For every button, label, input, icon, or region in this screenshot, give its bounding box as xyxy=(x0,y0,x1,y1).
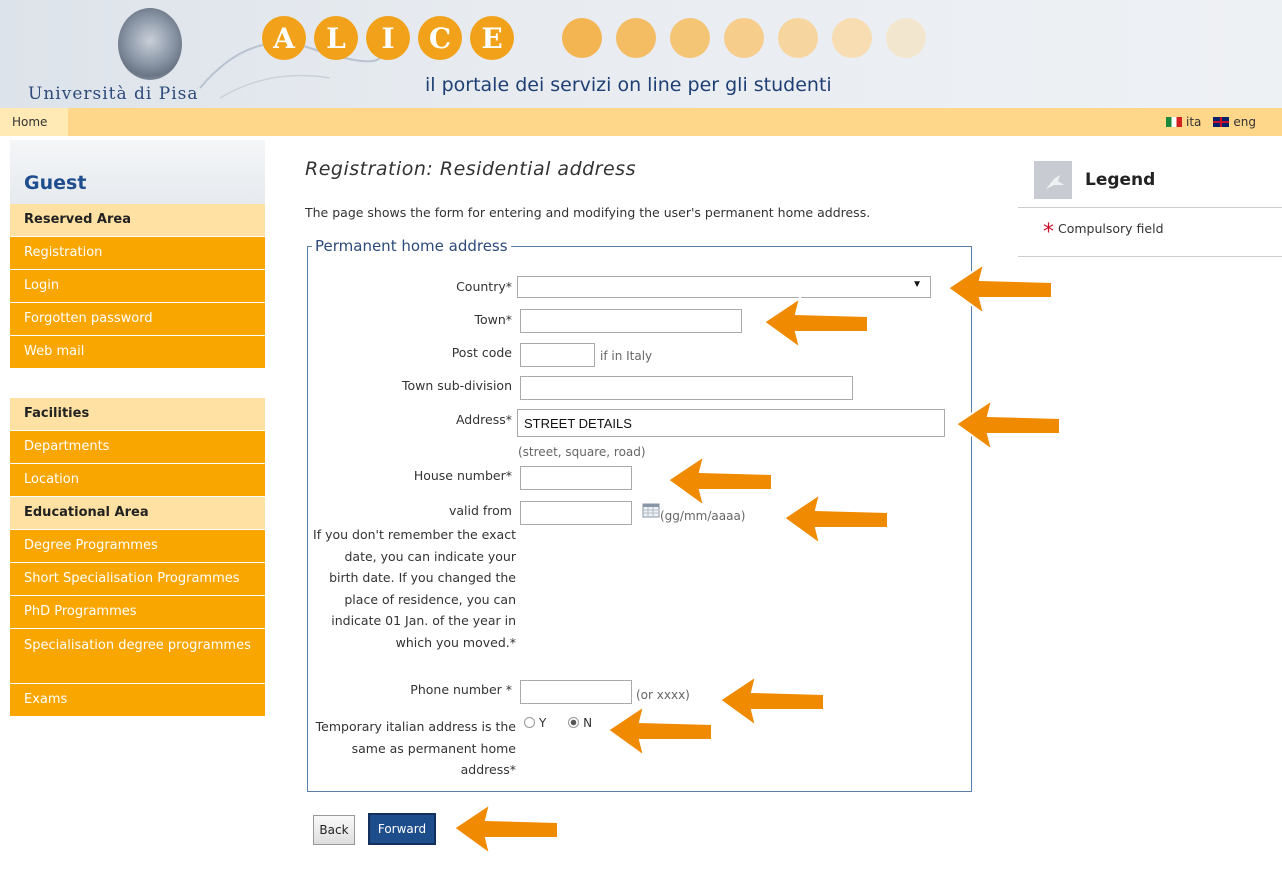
annotation-arrow-icon xyxy=(666,453,773,509)
sidebar: Guest Reserved Area Registration Login F… xyxy=(10,140,265,717)
language-switcher: ita eng xyxy=(1165,108,1256,136)
radio-yes-label: Y xyxy=(539,716,547,730)
town-subdivision-field[interactable] xyxy=(520,376,853,400)
lang-ita-link[interactable]: ita xyxy=(1165,108,1202,136)
town-field[interactable] xyxy=(520,309,742,333)
temp-address-label: Temporary italian address is the same as… xyxy=(315,719,516,777)
sidebar-item-specialisation-degree[interactable]: Specialisation degree programmes xyxy=(10,629,265,684)
student-photo xyxy=(616,18,656,58)
radio-yes-icon xyxy=(524,717,535,728)
sidebar-item-web-mail[interactable]: Web mail xyxy=(10,336,265,369)
annotation-arrow-icon xyxy=(762,295,869,351)
forward-button[interactable]: Forward xyxy=(368,813,436,845)
university-name: Università di Pisa xyxy=(28,84,199,104)
asterisk-icon: * xyxy=(1043,220,1054,245)
house-number-label: House number* xyxy=(413,468,512,483)
page-description: The page shows the form for entering and… xyxy=(305,205,871,220)
date-format-hint: (gg/mm/aaaa) xyxy=(660,509,746,523)
alice-letter: E xyxy=(470,16,514,60)
address-field[interactable]: STREET DETAILS xyxy=(517,409,945,437)
sidebar-section-reserved-area: Reserved Area xyxy=(10,204,265,237)
alice-letter: I xyxy=(366,16,410,60)
annotation-arrow-icon xyxy=(718,673,825,729)
sidebar-item-login[interactable]: Login xyxy=(10,270,265,303)
alice-letter: A xyxy=(262,16,306,60)
post-code-hint: if in Italy xyxy=(600,349,653,363)
portal-tagline: il portale dei servizi on line per gli s… xyxy=(425,74,832,96)
address-label: Address* xyxy=(455,412,512,427)
sidebar-guest-title: Guest xyxy=(10,140,265,204)
student-photo xyxy=(832,18,872,58)
town-subdivision-label: Town sub-division xyxy=(402,378,512,393)
annotation-arrow-icon xyxy=(954,397,1061,453)
uk-flag-icon xyxy=(1213,117,1230,127)
sidebar-item-short-specialisation[interactable]: Short Specialisation Programmes xyxy=(10,563,265,596)
post-code-label: Post code xyxy=(451,345,512,360)
back-button[interactable]: Back xyxy=(313,815,355,845)
alice-letter: L xyxy=(314,16,358,60)
sidebar-item-registration[interactable]: Registration xyxy=(10,237,265,270)
legend-divider xyxy=(1018,256,1282,257)
alice-letter: C xyxy=(418,16,462,60)
valid-from-label: valid from xyxy=(448,503,512,518)
italian-flag-icon xyxy=(1165,117,1182,127)
country-label: Country* xyxy=(456,279,512,294)
annotation-arrow-icon xyxy=(782,491,889,547)
home-link[interactable]: Home xyxy=(0,108,68,136)
legend-title: Legend xyxy=(1085,170,1156,190)
pin-icon xyxy=(1034,161,1072,199)
sidebar-item-departments[interactable]: Departments xyxy=(10,431,265,464)
annotation-arrow-icon xyxy=(606,703,713,759)
sidebar-item-forgotten-password[interactable]: Forgotten password xyxy=(10,303,265,336)
address-hint: (street, square, road) xyxy=(518,445,646,459)
valid-from-note: If you don't remember the exact date, yo… xyxy=(313,527,516,650)
university-seal xyxy=(118,8,182,80)
house-number-field[interactable] xyxy=(520,466,632,490)
top-nav-bar: Home ita eng xyxy=(0,108,1282,136)
phone-label: Phone number * xyxy=(410,682,512,697)
lang-eng-link[interactable]: eng xyxy=(1213,108,1256,136)
annotation-arrow-icon xyxy=(452,801,559,857)
calendar-icon[interactable] xyxy=(642,502,660,518)
temp-address-radio-group: Y N xyxy=(524,716,592,730)
sidebar-section-facilities: Facilities xyxy=(10,398,265,431)
student-photo xyxy=(562,18,602,58)
page-title: Registration: Residential address xyxy=(305,158,636,180)
student-photo xyxy=(670,18,710,58)
sidebar-item-location[interactable]: Location xyxy=(10,464,265,497)
valid-from-field[interactable] xyxy=(520,501,632,525)
lang-eng-label: eng xyxy=(1233,115,1256,129)
site-header: Università di Pisa A L I C E il portale … xyxy=(0,0,1282,108)
sidebar-item-phd-programmes[interactable]: PhD Programmes xyxy=(10,596,265,629)
building-photo xyxy=(724,18,764,58)
radio-yes[interactable]: Y xyxy=(524,716,546,730)
header-photo-strip xyxy=(562,18,926,58)
annotation-arrow-icon xyxy=(946,261,1053,317)
sidebar-section-educational-area: Educational Area xyxy=(10,497,265,530)
legend-compulsory: * Compulsory field xyxy=(1043,220,1164,245)
radio-no-icon xyxy=(568,717,580,728)
radio-no-label: N xyxy=(583,716,593,730)
sidebar-item-exams[interactable]: Exams xyxy=(10,684,265,717)
town-label: Town* xyxy=(474,312,512,327)
alice-logo: A L I C E xyxy=(262,16,514,60)
student-photo xyxy=(778,18,818,58)
fieldset-legend: Permanent home address xyxy=(312,237,511,255)
legend-divider xyxy=(1018,207,1282,208)
legend-compulsory-label: Compulsory field xyxy=(1058,221,1164,236)
sidebar-item-degree-programmes[interactable]: Degree Programmes xyxy=(10,530,265,563)
student-photo xyxy=(886,18,926,58)
lang-ita-label: ita xyxy=(1185,115,1202,129)
radio-no[interactable]: N xyxy=(568,716,592,730)
chevron-down-icon: ▼ xyxy=(912,279,922,290)
post-code-field[interactable] xyxy=(520,343,595,367)
